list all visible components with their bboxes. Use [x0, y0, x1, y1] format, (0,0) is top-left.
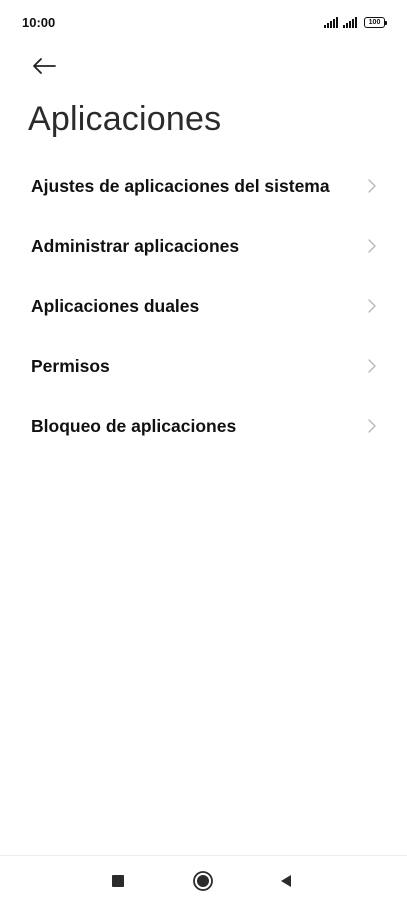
menu-item-system-app-settings[interactable]: Ajustes de aplicaciones del sistema	[0, 156, 407, 216]
menu-item-label: Aplicaciones duales	[31, 295, 200, 316]
menu-item-manage-apps[interactable]: Administrar aplicaciones	[0, 216, 407, 276]
chevron-right-icon	[368, 299, 376, 313]
menu-item-label: Bloqueo de aplicaciones	[31, 415, 237, 436]
back-button[interactable]	[28, 52, 60, 80]
square-icon	[112, 875, 124, 887]
status-icons: 100	[324, 14, 387, 28]
nav-back-button[interactable]	[271, 866, 301, 896]
battery-level: 100	[368, 19, 381, 26]
page-title: Aplicaciones	[28, 100, 222, 138]
menu-item-permissions[interactable]: Permisos	[0, 336, 407, 396]
recents-button[interactable]	[103, 866, 133, 896]
menu-list: Ajustes de aplicaciones del sistema Admi…	[0, 156, 407, 456]
arrow-left-icon	[33, 58, 56, 74]
signal-icon	[343, 17, 357, 28]
battery-icon: 100	[364, 17, 387, 28]
menu-item-app-lock[interactable]: Bloqueo de aplicaciones	[0, 396, 407, 456]
chevron-right-icon	[368, 239, 376, 253]
menu-item-label: Ajustes de aplicaciones del sistema	[31, 175, 330, 196]
menu-item-label: Administrar aplicaciones	[31, 235, 240, 256]
menu-item-label: Permisos	[31, 355, 110, 376]
signal-icon	[324, 17, 338, 28]
triangle-back-icon	[281, 875, 291, 887]
status-time: 10:00	[22, 15, 56, 30]
chevron-right-icon	[368, 419, 376, 433]
navigation-bar	[0, 855, 407, 906]
chevron-right-icon	[368, 359, 376, 373]
circle-icon	[193, 871, 213, 891]
menu-item-dual-apps[interactable]: Aplicaciones duales	[0, 276, 407, 336]
status-bar: 10:00 100	[0, 0, 407, 44]
chevron-right-icon	[368, 179, 376, 193]
home-button[interactable]	[188, 866, 218, 896]
